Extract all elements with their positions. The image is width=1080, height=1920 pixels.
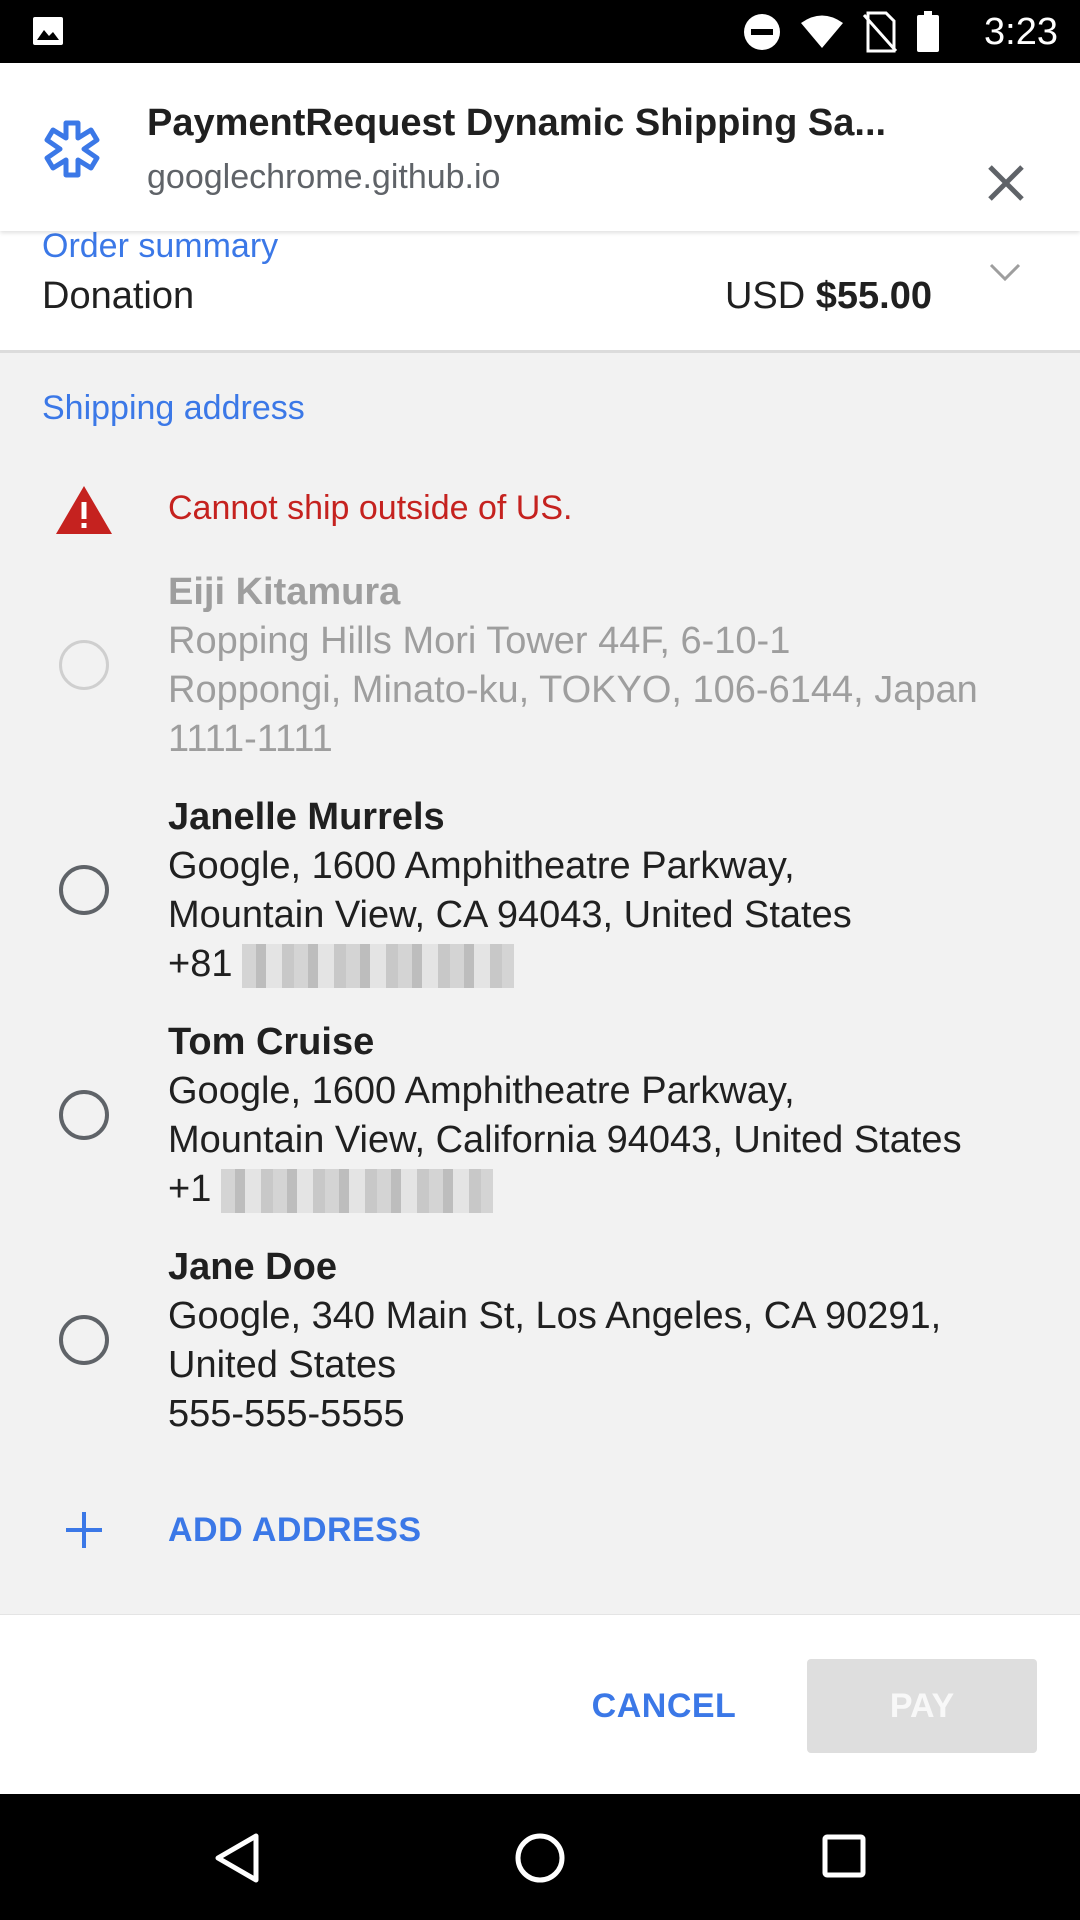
order-summary-label: Order summary — [42, 227, 279, 265]
chevron-down-icon[interactable] — [988, 261, 1022, 283]
address-option[interactable]: Jane Doe Google, 340 Main St, Los Angele… — [0, 1243, 1080, 1443]
battery-icon — [917, 11, 939, 52]
address-phone: +1 — [168, 1168, 212, 1210]
radio-button[interactable] — [59, 1090, 109, 1140]
add-address-label: ADD ADDRESS — [168, 1511, 422, 1549]
address-name: Tom Cruise — [168, 1021, 375, 1063]
address-phone-row: +81 — [168, 940, 1068, 989]
status-icons — [742, 10, 940, 54]
back-icon[interactable] — [214, 1832, 260, 1884]
pay-button[interactable]: PAY — [807, 1659, 1037, 1753]
address-lines: Tom Cruise Google, 1600 Amphitheatre Par… — [168, 1018, 1068, 1214]
address-lines: Janelle Murrels Google, 1600 Amphitheatr… — [168, 793, 1068, 989]
address-line: Mountain View, California 94043, United … — [168, 1119, 962, 1161]
address-line: United States — [168, 1344, 397, 1386]
address-phone: +81 — [168, 943, 233, 985]
address-lines: Jane Doe Google, 340 Main St, Los Angele… — [168, 1243, 1068, 1439]
address-line: Mountain View, CA 94043, United States — [168, 894, 852, 936]
asterisk-icon — [44, 120, 100, 178]
address-line: Google, 340 Main St, Los Angeles, CA 902… — [168, 1295, 942, 1337]
shipping-address-label: Shipping address — [42, 389, 305, 427]
address-line: Roppongi, Minato-ku, TOKYO, 106-6144, Ja… — [168, 669, 978, 711]
image-icon — [33, 17, 63, 45]
clock: 3:23 — [984, 11, 1058, 53]
redacted-phone — [242, 943, 515, 988]
address-phone: 555-555-5555 — [168, 1393, 405, 1435]
order-summary[interactable]: Order summary Donation USD $55.00 — [0, 227, 1080, 353]
address-line: Ropping Hills Mori Tower 44F, 6-10-1 — [168, 620, 791, 662]
address-line: Google, 1600 Amphitheatre Parkway, — [168, 1070, 795, 1112]
payment-sheet-header: PaymentRequest Dynamic Shipping Sa... go… — [0, 63, 1080, 231]
address-option: Eiji Kitamura Ropping Hills Mori Tower 4… — [0, 568, 1080, 768]
redacted-phone — [221, 1168, 494, 1213]
currency-code: USD — [724, 275, 806, 317]
navigation-bar — [0, 1794, 1080, 1920]
radio-button[interactable] — [59, 865, 109, 915]
payment-sheet-footer: CANCEL PAY — [0, 1614, 1080, 1794]
address-line: Google, 1600 Amphitheatre Parkway, — [168, 845, 795, 887]
address-phone: 1111-1111 — [168, 718, 333, 760]
add-address-button[interactable]: ADD ADDRESS — [0, 1500, 1080, 1560]
plus-icon — [66, 1512, 102, 1548]
warning-icon — [56, 486, 112, 534]
address-lines: Eiji Kitamura Ropping Hills Mori Tower 4… — [168, 568, 1068, 764]
address-option[interactable]: Tom Cruise Google, 1600 Amphitheatre Par… — [0, 1018, 1080, 1218]
order-total: USD $55.00 — [725, 271, 932, 321]
error-message: Cannot ship outside of US. — [168, 489, 573, 527]
cancel-button[interactable]: CANCEL — [570, 1659, 758, 1753]
address-name: Jane Doe — [168, 1246, 337, 1288]
wifi-icon — [801, 15, 843, 48]
address-name: Eiji Kitamura — [168, 571, 401, 613]
address-phone-row: +1 — [168, 1165, 1068, 1214]
no-sim-icon — [862, 11, 898, 53]
do-not-disturb-icon — [744, 14, 780, 50]
page-title: PaymentRequest Dynamic Shipping Sa... — [147, 102, 887, 144]
recents-icon[interactable] — [822, 1834, 866, 1878]
radio-button — [59, 640, 109, 690]
shipping-error: Cannot ship outside of US. — [0, 480, 1080, 544]
site-origin: googlechrome.github.io — [147, 158, 501, 196]
order-summary-item: Donation — [42, 275, 195, 317]
home-icon[interactable] — [514, 1832, 566, 1884]
close-icon[interactable] — [980, 157, 1032, 209]
total-amount: $55.00 — [815, 275, 932, 317]
status-bar: 3:23 — [0, 0, 1080, 63]
radio-button[interactable] — [59, 1315, 109, 1365]
address-option[interactable]: Janelle Murrels Google, 1600 Amphitheatr… — [0, 793, 1080, 993]
address-name: Janelle Murrels — [168, 796, 445, 838]
